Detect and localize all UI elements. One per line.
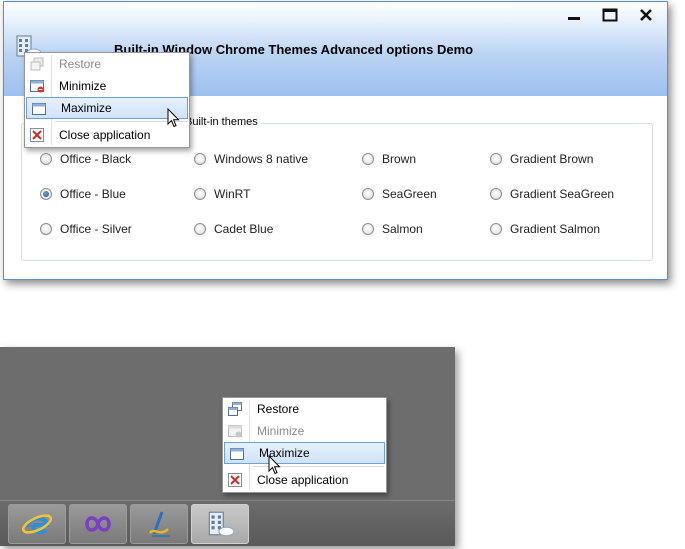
theme-option-seagreen[interactable]: SeaGreen <box>362 187 437 201</box>
menu-item-maximize[interactable]: Maximize <box>224 442 385 464</box>
theme-option-gradient-brown[interactable]: Gradient Brown <box>490 152 593 166</box>
radio-button[interactable] <box>40 153 52 165</box>
maximize-icon <box>32 103 46 115</box>
menu-item-close-application[interactable]: Close application <box>223 469 386 491</box>
menu-item-minimize[interactable]: Minimize <box>25 75 189 97</box>
menu-item-maximize[interactable]: Maximize <box>26 97 188 119</box>
restore-icon <box>30 57 44 71</box>
internet-explorer-icon <box>21 514 53 535</box>
menu-item-close-application[interactable]: Close application <box>25 124 189 146</box>
maximize-icon <box>230 448 244 460</box>
visual-studio-icon <box>85 516 111 532</box>
radio-button[interactable] <box>362 188 374 200</box>
system-menu-taskbar: Restore Minimize Maximize Close applicat… <box>222 397 387 493</box>
taskbar-button-internet-explorer[interactable] <box>8 504 66 544</box>
menu-item-restore[interactable]: Restore <box>25 53 189 75</box>
mouse-pointer-icon <box>268 455 281 475</box>
demo-app-icon <box>208 511 235 537</box>
theme-row: Office - Black Windows 8 native Brown Gr… <box>22 152 652 168</box>
restore-icon <box>228 402 242 416</box>
maximize-button[interactable] <box>593 4 627 26</box>
menu-item-minimize[interactable]: Minimize <box>223 420 386 442</box>
theme-option-office-black[interactable]: Office - Black <box>40 152 131 166</box>
theme-option-gradient-salmon[interactable]: Gradient Salmon <box>490 222 600 236</box>
theme-option-salmon[interactable]: Salmon <box>362 222 423 236</box>
radio-button[interactable] <box>194 223 206 235</box>
radio-button[interactable] <box>490 153 502 165</box>
system-menu-top: Restore Minimize Maximize Close applicat… <box>24 52 190 148</box>
theme-row: Office - Silver Cadet Blue Salmon Gradie… <box>22 222 652 238</box>
menu-item-restore[interactable]: Restore <box>223 398 386 420</box>
minimize-icon <box>568 17 580 20</box>
minimize-icon <box>30 80 44 93</box>
theme-option-office-blue[interactable]: Office - Blue <box>40 187 126 201</box>
close-button[interactable] <box>629 4 663 26</box>
caption-buttons <box>557 4 663 26</box>
radio-button[interactable] <box>362 223 374 235</box>
close-icon <box>30 128 44 142</box>
theme-row: Office - Blue WinRT SeaGreen Gradient Se… <box>22 187 652 203</box>
theme-option-office-silver[interactable]: Office - Silver <box>40 222 132 236</box>
theme-option-gradient-seagreen[interactable]: Gradient SeaGreen <box>490 187 614 201</box>
close-icon <box>228 473 242 487</box>
themes-group-label: Built-in themes <box>182 116 261 128</box>
maximize-icon <box>602 8 618 22</box>
minimize-icon <box>228 425 242 438</box>
radio-button[interactable] <box>194 188 206 200</box>
radio-button-selected[interactable] <box>40 188 52 200</box>
theme-option-cadet-blue[interactable]: Cadet Blue <box>194 222 273 236</box>
taskbar-button-visual-studio[interactable] <box>69 504 127 544</box>
minimize-button[interactable] <box>557 4 591 26</box>
blend-icon <box>148 511 170 537</box>
close-icon <box>640 9 652 21</box>
taskbar-button-demo-app[interactable] <box>191 504 249 544</box>
theme-option-winrt[interactable]: WinRT <box>194 187 250 201</box>
theme-option-windows-8-native[interactable]: Windows 8 native <box>194 152 308 166</box>
radio-button[interactable] <box>40 223 52 235</box>
radio-button[interactable] <box>194 153 206 165</box>
taskbar <box>0 500 455 546</box>
mouse-pointer-icon <box>167 108 180 128</box>
theme-option-brown[interactable]: Brown <box>362 152 416 166</box>
radio-button[interactable] <box>490 223 502 235</box>
taskbar-button-blend[interactable] <box>130 504 188 544</box>
radio-button[interactable] <box>490 188 502 200</box>
radio-button[interactable] <box>362 153 374 165</box>
